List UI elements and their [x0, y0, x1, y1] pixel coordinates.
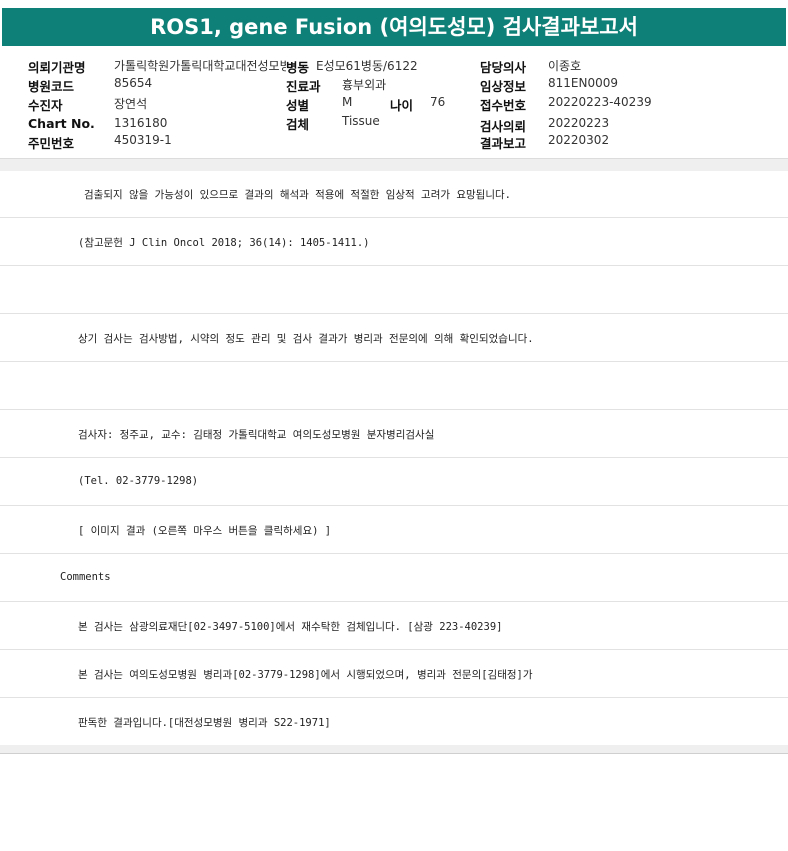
result-line: 판독한 결과입니다.[대전성모병원 병리과 S22-1971] [78, 717, 331, 729]
doctor-label: 담당의사 [480, 60, 527, 75]
result-row: 본 검사는 삼광의료재단[02-3497-5100]에서 재수탁한 검체입니다.… [0, 602, 788, 650]
examinee-value: 장연석 [114, 97, 148, 111]
ward-value: E성모61병동/6122 [316, 59, 418, 73]
result-row: 검사자: 정주교, 교수: 김태정 가톨릭대학교 여의도성모병원 분자병리검사실 [0, 410, 788, 458]
result-row: (참고문헌 J Clin Oncol 2018; 36(14): 1405-14… [0, 218, 788, 266]
result-line: 본 검사는 여의도성모병원 병리과[02-3779-1298]에서 시행되었으며… [78, 669, 533, 681]
result-text-list: 검출되지 않을 가능성이 있으므로 결과의 해석과 적용에 적절한 임상적 고려… [0, 170, 788, 746]
doctor-value: 이종호 [548, 59, 582, 73]
result-line: (참고문헌 J Clin Oncol 2018; 36(14): 1405-14… [78, 237, 370, 249]
clinical-info-label: 임상정보 [480, 79, 527, 94]
resident-no-label: 주민번호 [28, 136, 75, 151]
sex-label: 성별 [286, 98, 310, 113]
request-value: 20220223 [548, 116, 610, 130]
patient-info-panel: 의뢰기관명 가톨릭학원가톨릭대학교대전성모병원(병동 병동 E성모61병동/61… [0, 54, 788, 154]
receipt-no-value: 20220223-40239 [548, 95, 652, 109]
department-value: 흉부외과 [342, 78, 387, 92]
department-label: 진료과 [286, 79, 321, 94]
ward-label: 병동 [286, 60, 310, 75]
result-row: Comments [0, 554, 788, 602]
result-line: 상기 검사는 검사방법, 시약의 정도 관리 및 검사 결과가 병리과 전문의에… [78, 333, 534, 345]
report-date-value: 20220302 [548, 133, 610, 147]
result-row: (Tel. 02-3779-1298) [0, 458, 788, 506]
clinical-info-value: 811EN0009 [548, 76, 619, 90]
result-row: 검출되지 않을 가능성이 있으므로 결과의 해석과 적용에 적절한 임상적 고려… [0, 170, 788, 218]
result-line: (Tel. 02-3779-1298) [78, 475, 199, 487]
result-row: 본 검사는 여의도성모병원 병리과[02-3779-1298]에서 시행되었으며… [0, 650, 788, 698]
specimen-value: Tissue [342, 114, 380, 128]
comments-heading: Comments [60, 571, 111, 583]
receipt-no-label: 접수번호 [480, 98, 527, 113]
age-label: 나이 [390, 98, 414, 113]
examinee-label: 수진자 [28, 98, 63, 113]
section-divider-bottom [0, 745, 788, 754]
result-row[interactable]: [ 이미지 결과 (오른쪽 마우스 버튼을 클릭하세요) ] [0, 506, 788, 554]
sex-value: M [342, 95, 353, 109]
chart-no-label: Chart No. [28, 116, 95, 131]
report-title: ROS1, gene Fusion (여의도성모) 검사결과보고서 [2, 8, 786, 46]
result-row: 상기 검사는 검사방법, 시약의 정도 관리 및 검사 결과가 병리과 전문의에… [0, 314, 788, 362]
result-line: 검출되지 않을 가능성이 있으므로 결과의 해석과 적용에 적절한 임상적 고려… [84, 189, 511, 201]
hospital-code-label: 병원코드 [28, 79, 75, 94]
resident-no-value: 450319-1 [114, 133, 172, 147]
institution-value: 가톨릭학원가톨릭대학교대전성모병원(병동 [114, 59, 286, 73]
result-row: 판독한 결과입니다.[대전성모병원 병리과 S22-1971] [0, 698, 788, 746]
result-line: 본 검사는 삼광의료재단[02-3497-5100]에서 재수탁한 검체입니다.… [78, 621, 503, 633]
result-row [0, 266, 788, 314]
institution-label: 의뢰기관명 [28, 60, 86, 75]
image-result-link[interactable]: [ 이미지 결과 (오른쪽 마우스 버튼을 클릭하세요) ] [78, 523, 331, 538]
result-line: 검사자: 정주교, 교수: 김태정 가톨릭대학교 여의도성모병원 분자병리검사실 [78, 429, 435, 441]
result-row [0, 362, 788, 410]
specimen-label: 검체 [286, 117, 310, 132]
hospital-code-value: 85654 [114, 76, 153, 90]
age-value: 76 [430, 95, 446, 109]
title-bar: ROS1, gene Fusion (여의도성모) 검사결과보고서 [0, 0, 788, 54]
chart-no-value: 1316180 [114, 116, 168, 130]
report-date-label: 결과보고 [480, 136, 527, 151]
